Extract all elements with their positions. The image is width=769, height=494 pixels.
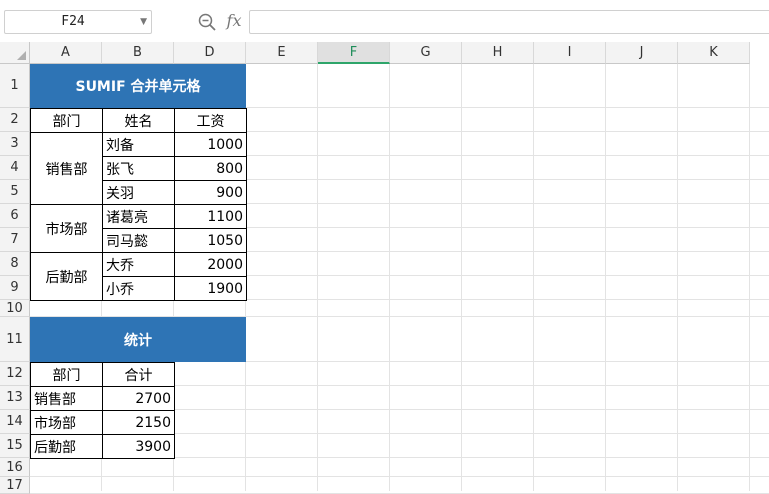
row-header-13[interactable]: 13 [0, 386, 30, 410]
grid-line [30, 476, 769, 477]
row-header-6[interactable]: 6 [0, 204, 30, 228]
name-cell[interactable]: 大乔 [102, 252, 175, 277]
row-header-2[interactable]: 2 [0, 108, 30, 132]
column-header-b[interactable]: B [102, 42, 174, 64]
salary-cell[interactable]: 1050 [174, 228, 247, 253]
row-header-3[interactable]: 3 [0, 132, 30, 156]
table2-header-dept[interactable]: 部门 [30, 362, 103, 387]
grid-line [317, 64, 318, 491]
salary-cell[interactable]: 1100 [174, 204, 247, 229]
corner-triangle-icon [17, 51, 26, 60]
table2-header-total[interactable]: 合计 [102, 362, 175, 387]
column-header-h[interactable]: H [462, 42, 534, 64]
name-cell[interactable]: 司马懿 [102, 228, 175, 253]
table1-title[interactable]: SUMIF 合并单元格 [30, 64, 246, 108]
row-header-8[interactable]: 8 [0, 252, 30, 276]
row-header-11[interactable]: 11 [0, 317, 30, 362]
name-box[interactable]: F24 ▼ [4, 10, 152, 34]
dept-merged-cell[interactable]: 销售部 [30, 132, 103, 205]
row-header-17[interactable]: 17 [0, 477, 30, 494]
row-header-7[interactable]: 7 [0, 228, 30, 252]
row-header-16[interactable]: 16 [0, 458, 30, 477]
summary-dept-cell[interactable]: 后勤部 [30, 434, 103, 459]
column-header-g[interactable]: G [390, 42, 462, 64]
grid-line [677, 64, 678, 491]
row-header-4[interactable]: 4 [0, 156, 30, 180]
grid-line [461, 64, 462, 491]
summary-total-cell[interactable]: 3900 [102, 434, 175, 459]
name-cell[interactable]: 诸葛亮 [102, 204, 175, 229]
name-box-value: F24 [61, 14, 85, 29]
formula-input[interactable] [249, 10, 769, 34]
name-cell[interactable]: 刘备 [102, 132, 175, 157]
summary-dept-cell[interactable]: 销售部 [30, 386, 103, 411]
row-header-5[interactable]: 5 [0, 180, 30, 204]
chevron-down-icon[interactable]: ▼ [140, 11, 147, 33]
summary-total-cell[interactable]: 2150 [102, 410, 175, 435]
column-header-j[interactable]: J [606, 42, 678, 64]
table1-header-name[interactable]: 姓名 [102, 108, 175, 133]
formula-bar: F24 ▼ fx [0, 0, 769, 42]
salary-cell[interactable]: 1000 [174, 132, 247, 157]
row-header-1[interactable]: 1 [0, 64, 30, 108]
table2-title[interactable]: 统计 [30, 317, 246, 362]
grid-line [533, 64, 534, 491]
column-header-e[interactable]: E [246, 42, 318, 64]
column-header-i[interactable]: I [534, 42, 606, 64]
salary-cell[interactable]: 900 [174, 180, 247, 205]
column-header-d[interactable]: D [174, 42, 246, 64]
salary-cell[interactable]: 2000 [174, 252, 247, 277]
row-header-14[interactable]: 14 [0, 410, 30, 434]
grid-line [389, 64, 390, 491]
summary-total-cell[interactable]: 2700 [102, 386, 175, 411]
select-all-corner[interactable] [0, 42, 30, 64]
name-cell[interactable]: 关羽 [102, 180, 175, 205]
dept-merged-cell[interactable]: 后勤部 [30, 252, 103, 301]
salary-cell[interactable]: 1900 [174, 276, 247, 301]
grid-line [605, 64, 606, 491]
column-header-a[interactable]: A [30, 42, 102, 64]
column-header-f[interactable]: F [318, 42, 390, 64]
summary-dept-cell[interactable]: 市场部 [30, 410, 103, 435]
name-cell[interactable]: 小乔 [102, 276, 175, 301]
row-header-12[interactable]: 12 [0, 362, 30, 386]
salary-cell[interactable]: 800 [174, 156, 247, 181]
table1-header-dept[interactable]: 部门 [30, 108, 103, 133]
zoom-icon[interactable] [197, 12, 217, 32]
name-cell[interactable]: 张飞 [102, 156, 175, 181]
table1-header-salary[interactable]: 工资 [174, 108, 247, 133]
dept-merged-cell[interactable]: 市场部 [30, 204, 103, 253]
row-header-15[interactable]: 15 [0, 434, 30, 458]
grid-line [749, 64, 750, 491]
row-header-9[interactable]: 9 [0, 276, 30, 300]
row-header-10[interactable]: 10 [0, 300, 30, 317]
column-header-k[interactable]: K [678, 42, 750, 64]
fx-icon[interactable]: fx [223, 10, 245, 32]
